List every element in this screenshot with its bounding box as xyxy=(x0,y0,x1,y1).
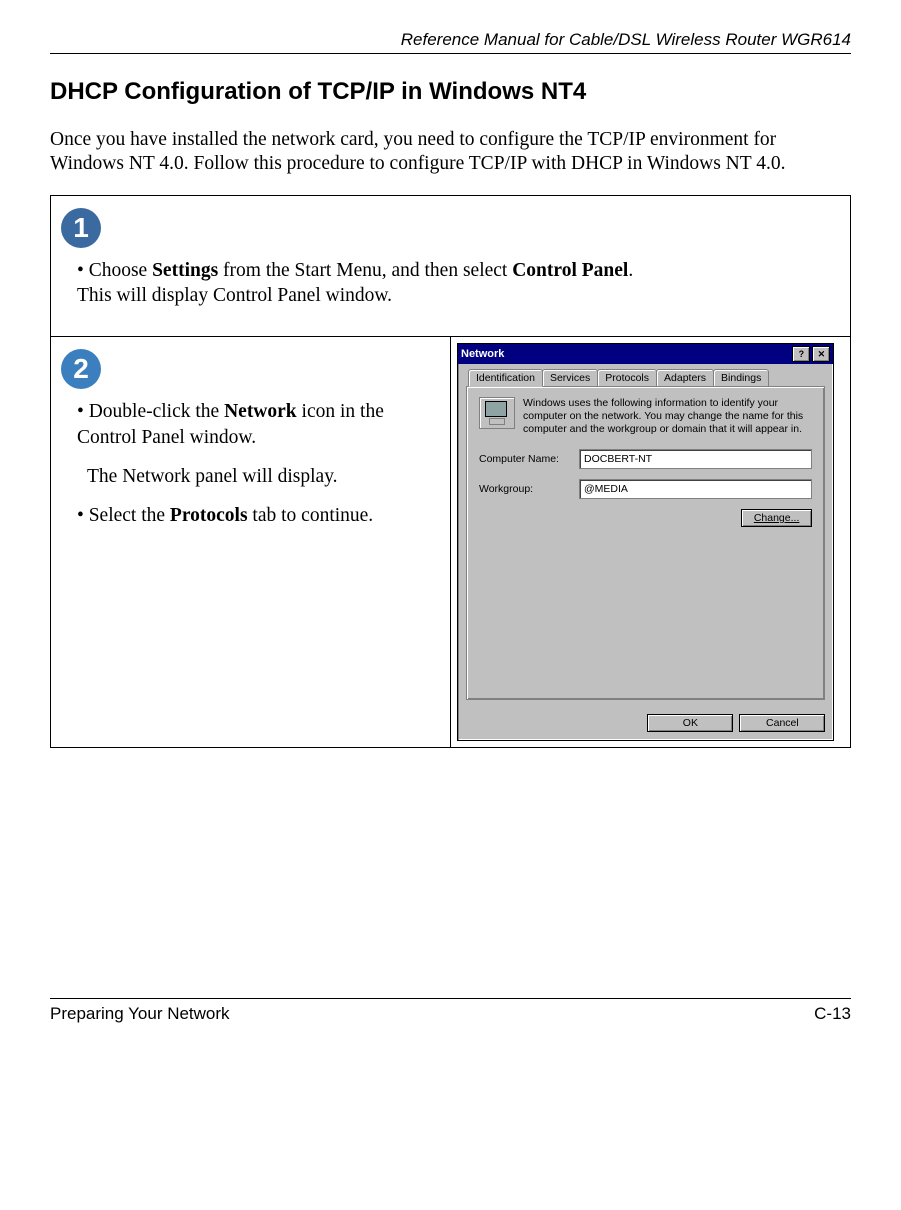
ok-button[interactable]: OK xyxy=(647,714,733,732)
workgroup-label: Workgroup: xyxy=(479,483,579,495)
change-button[interactable]: Change... xyxy=(741,509,813,527)
step-2-p1: Double-click the Network icon in the Con… xyxy=(77,399,436,450)
step-2-p3: Select the Protocols tab to continue. xyxy=(77,503,436,528)
step-1-line2: This will display Control Panel window. xyxy=(77,285,392,306)
help-icon[interactable]: ? xyxy=(792,346,810,362)
tab-protocols[interactable]: Protocols xyxy=(597,369,657,387)
txt: Choose xyxy=(89,260,152,281)
txt: Select the xyxy=(89,505,170,526)
computer-name-value: DOCBERT-NT xyxy=(579,449,812,469)
tab-panel-identification: Windows uses the following information t… xyxy=(466,386,825,700)
tab-bindings[interactable]: Bindings xyxy=(713,369,769,387)
txt: tab to continue. xyxy=(248,505,374,526)
network-dialog: Network ? ✕ Identification Services Prot… xyxy=(457,343,834,741)
step-2-text-cell: 2 Double-click the Network icon in the C… xyxy=(51,337,451,748)
footer-left: Preparing Your Network xyxy=(50,1004,230,1024)
computer-name-label: Computer Name: xyxy=(479,453,579,465)
bold-network: Network xyxy=(224,401,297,422)
bold-protocols: Protocols xyxy=(170,505,248,526)
txt: . xyxy=(628,260,633,281)
page-footer: Preparing Your Network C-13 xyxy=(50,998,851,1024)
page-header: Reference Manual for Cable/DSL Wireless … xyxy=(50,30,851,54)
step-2-image-cell: Network ? ✕ Identification Services Prot… xyxy=(451,337,851,748)
dialog-titlebar: Network ? ✕ xyxy=(458,344,833,364)
step-1-cell: 1 Choose Settings from the Start Menu, a… xyxy=(51,195,851,337)
footer-right: C-13 xyxy=(814,1004,851,1024)
tab-adapters[interactable]: Adapters xyxy=(656,369,714,387)
close-icon[interactable]: ✕ xyxy=(812,346,830,362)
step-badge-1: 1 xyxy=(61,208,101,248)
bold-control-panel: Control Panel xyxy=(512,260,628,281)
identification-info-text: Windows uses the following information t… xyxy=(523,397,812,435)
step-badge-2: 2 xyxy=(61,349,101,389)
step-1-line1: Choose Settings from the Start Menu, and… xyxy=(77,258,836,309)
section-title: DHCP Configuration of TCP/IP in Windows … xyxy=(50,78,851,106)
computer-icon xyxy=(479,397,515,429)
tab-services[interactable]: Services xyxy=(542,369,598,387)
section-intro: Once you have installed the network card… xyxy=(50,128,851,177)
dialog-tabs: Identification Services Protocols Adapte… xyxy=(468,369,825,387)
tab-identification[interactable]: Identification xyxy=(468,369,543,387)
dialog-title-text: Network xyxy=(461,348,504,360)
steps-table: 1 Choose Settings from the Start Menu, a… xyxy=(50,195,851,749)
bold-settings: Settings xyxy=(152,260,218,281)
step-2-p2: The Network panel will display. xyxy=(77,464,436,489)
txt: Double-click the xyxy=(89,401,224,422)
txt: from the Start Menu, and then select xyxy=(218,260,512,281)
cancel-button[interactable]: Cancel xyxy=(739,714,825,732)
workgroup-value: @MEDIA xyxy=(579,479,812,499)
